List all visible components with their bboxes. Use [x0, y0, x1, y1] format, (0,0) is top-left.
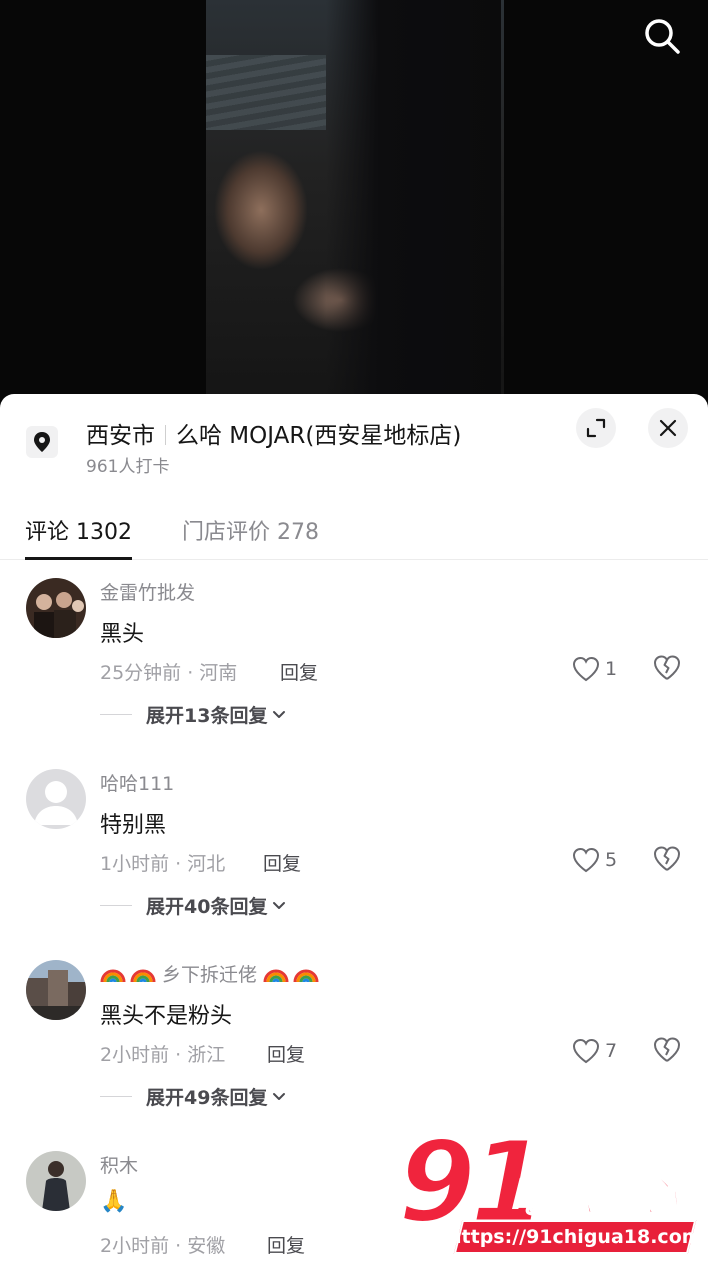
dislike-button[interactable]: [652, 654, 682, 684]
search-button[interactable]: [640, 14, 684, 58]
rainbow-icon: [293, 969, 319, 983]
expand-replies-button[interactable]: 展开40条回复: [100, 891, 287, 919]
expand-replies-label: 展开49条回复: [146, 1086, 268, 1109]
expand-divider: [100, 1095, 132, 1097]
like-button[interactable]: 5: [572, 845, 617, 875]
heart-icon: [572, 847, 600, 873]
video-subject-shadow: [326, 0, 501, 420]
watermark-name: 吃瓜中心: [509, 1171, 679, 1222]
reply-button[interactable]: 回复: [267, 1040, 305, 1067]
rainbow-icon: [100, 969, 126, 983]
heart-icon: [572, 1038, 600, 1064]
broken-heart-icon: [654, 1037, 680, 1062]
like-count: 1: [605, 658, 618, 680]
avatar[interactable]: [26, 1151, 86, 1211]
broken-heart-icon: [654, 655, 680, 680]
reply-button[interactable]: 回复: [263, 849, 301, 876]
location-header: 西安市 么哈 MOJAR(西安星地标店) 961人打卡: [0, 394, 708, 484]
dislike-button[interactable]: [652, 1036, 682, 1066]
comment-username[interactable]: 金雷竹批发: [100, 578, 195, 605]
expand-replies-button[interactable]: 展开49条回复: [100, 1082, 287, 1110]
comment-username[interactable]: 哈哈111: [100, 769, 174, 796]
comment-item: 哈哈111 特别黑 1小时前 · 河北 回复 5 展开40条回复: [0, 757, 708, 937]
reply-button[interactable]: 回复: [267, 1231, 305, 1258]
expand-divider: [100, 904, 132, 906]
avatar[interactable]: [26, 769, 86, 829]
comment-time-location: 25分钟前 · 河南: [100, 662, 238, 684]
location-store: 么哈 MOJAR(西安星地标店): [176, 423, 462, 449]
checkin-count: 961人打卡: [86, 457, 170, 477]
tab-comments[interactable]: 评论 1302: [25, 514, 132, 546]
rainbow-icon: [130, 969, 156, 983]
reply-button[interactable]: 回复: [280, 658, 318, 685]
tab-store-reviews[interactable]: 门店评价 278: [182, 514, 319, 546]
like-button[interactable]: 7: [572, 1036, 617, 1066]
search-icon: [645, 19, 680, 54]
comment-time-location: 2小时前 · 浙江: [100, 1044, 226, 1066]
comment-text: 🙏: [100, 1189, 128, 1214]
comment-text: 黑头: [100, 622, 145, 647]
expand-replies-button[interactable]: 展开13条回复: [100, 700, 287, 728]
dislike-button[interactable]: [652, 845, 682, 875]
video-frame: [206, 0, 504, 420]
comment-time-location: 1小时前 · 河北: [100, 853, 226, 875]
watermark-logo: 91 吃瓜中心 https://91chigua18.com: [397, 1117, 702, 1258]
rainbow-icon: [263, 969, 289, 983]
expand-icon: [586, 418, 606, 438]
location-pin-icon: [26, 426, 58, 458]
comment-item: 乡下拆迁佬 黑头不是粉头 2小时前 · 浙江 回复 7 展开49条回复: [0, 948, 708, 1128]
video-player[interactable]: [0, 0, 708, 420]
like-count: 5: [605, 849, 618, 871]
expand-replies-label: 展开13条回复: [146, 704, 268, 727]
comment-username[interactable]: 乡下拆迁佬: [100, 960, 319, 987]
avatar[interactable]: [26, 578, 86, 638]
video-background-stripes: [206, 55, 326, 130]
watermark-url-banner: https://91chigua18.com: [448, 1220, 702, 1254]
chevron-down-icon: [273, 711, 286, 718]
broken-heart-icon: [654, 846, 680, 871]
avatar[interactable]: [26, 960, 86, 1020]
comment-text: 黑头不是粉头: [100, 1004, 233, 1029]
comment-username[interactable]: 积木: [100, 1151, 138, 1178]
location-title[interactable]: 西安市 么哈 MOJAR(西安星地标店): [86, 416, 461, 450]
tab-bar: 评论 1302 门店评价 278: [0, 498, 708, 560]
watermark-url: https://91chigua18.com: [448, 1226, 702, 1248]
expand-divider: [100, 713, 132, 715]
title-divider: [165, 425, 166, 445]
expand-replies-label: 展开40条回复: [146, 895, 268, 918]
comment-item: 金雷竹批发 黑头 25分钟前 · 河南 回复 1 展开13条回复: [0, 566, 708, 746]
active-tab-indicator: [25, 557, 132, 560]
chevron-down-icon: [273, 902, 286, 909]
close-icon: [659, 419, 677, 437]
like-count: 7: [605, 1040, 618, 1062]
expand-button[interactable]: [576, 408, 616, 448]
like-button[interactable]: 1: [572, 654, 617, 684]
chevron-down-icon: [273, 1093, 286, 1100]
heart-icon: [572, 656, 600, 682]
close-button[interactable]: [648, 408, 688, 448]
location-city: 西安市: [86, 423, 155, 449]
comment-time-location: 2小时前 · 安徽: [100, 1235, 226, 1257]
comment-username-text: 乡下拆迁佬: [162, 964, 258, 986]
comment-text: 特别黑: [100, 813, 167, 838]
